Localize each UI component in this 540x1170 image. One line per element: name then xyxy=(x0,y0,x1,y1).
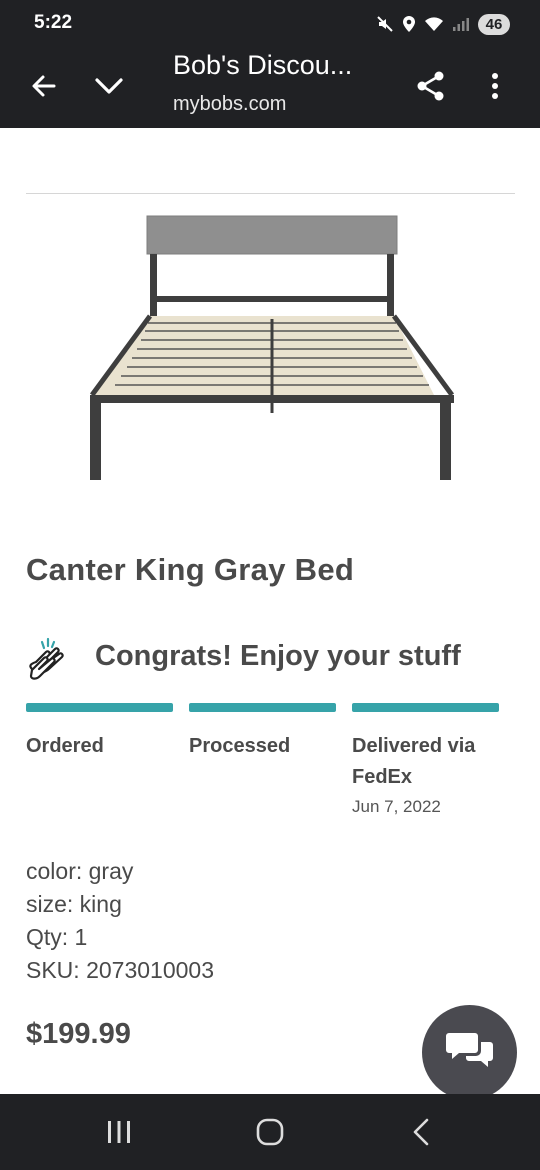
status-bar: 5:22 46 xyxy=(0,0,540,46)
status-icons: 46 xyxy=(376,12,510,36)
clapping-hands-icon xyxy=(26,636,76,688)
more-vert-icon[interactable] xyxy=(471,62,519,110)
wifi-icon xyxy=(424,16,444,32)
mute-icon xyxy=(376,15,394,33)
system-nav-bar xyxy=(0,1094,540,1170)
step-label-ordered: Ordered xyxy=(26,735,104,757)
progress-step-processed xyxy=(189,703,336,712)
product-title: Canter King Gray Bed xyxy=(26,552,355,587)
detail-qty: Qty: 1 xyxy=(26,924,88,950)
detail-size: size: king xyxy=(26,891,122,917)
battery-badge: 46 xyxy=(478,13,510,35)
step-label-processed: Processed xyxy=(189,735,291,757)
detail-sku: SKU: 2073010003 xyxy=(26,957,214,983)
page-url[interactable]: mybobs.com xyxy=(173,93,286,116)
nav-back-icon[interactable] xyxy=(396,1112,446,1152)
product-image xyxy=(82,205,462,490)
location-icon xyxy=(402,15,416,33)
step-label-delivered: Delivered via FedEx xyxy=(352,735,476,788)
chat-button[interactable] xyxy=(422,1005,517,1100)
progress-step-ordered xyxy=(26,703,173,712)
chat-bubbles-icon xyxy=(445,1029,495,1076)
status-time: 5:22 xyxy=(34,12,73,33)
browser-toolbar: Bob's Discou... mybobs.com xyxy=(0,46,540,128)
progress-step-delivered xyxy=(352,703,499,712)
chevron-down-icon[interactable] xyxy=(85,62,133,110)
signal-icon xyxy=(452,16,470,32)
share-icon[interactable] xyxy=(407,62,455,110)
delivery-date: Jun 7, 2022 xyxy=(352,797,441,816)
back-arrow-icon[interactable] xyxy=(20,62,68,110)
detail-color: color: gray xyxy=(26,858,134,884)
recents-icon[interactable] xyxy=(94,1112,144,1152)
congrats-headline: Congrats! Enjoy your stuff xyxy=(95,640,461,672)
divider xyxy=(26,193,515,194)
price: $199.99 xyxy=(26,1018,131,1050)
home-icon[interactable] xyxy=(245,1112,295,1152)
page-title[interactable]: Bob's Discou... xyxy=(173,50,352,81)
